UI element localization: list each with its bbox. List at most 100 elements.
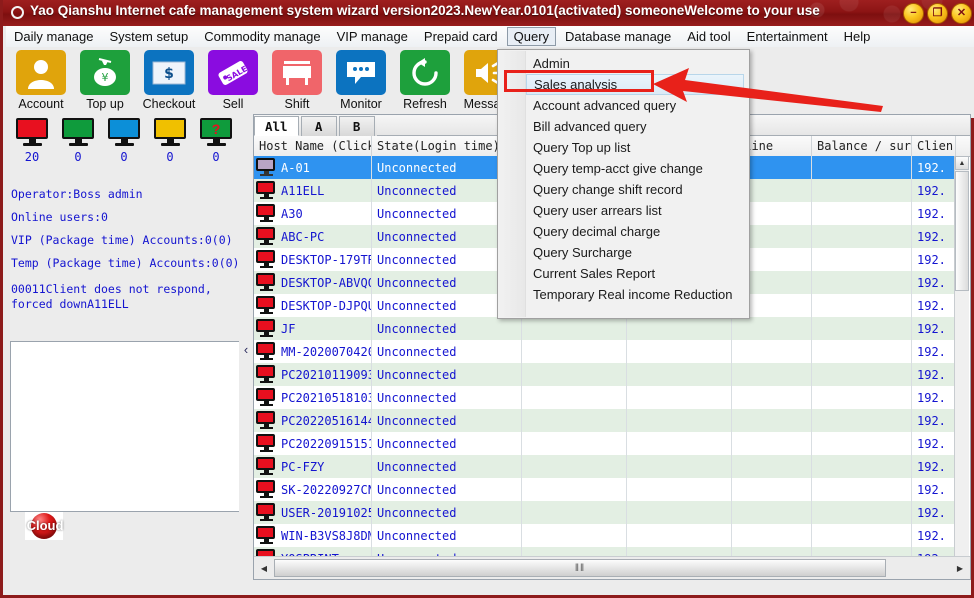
toolbar-button-monitor[interactable]: Monitor [332,47,390,111]
cell-client: 192. [912,340,956,363]
menu-item-entertainment[interactable]: Entertainment [740,27,835,46]
vip-accounts-label: VIP (Package time) Accounts:0(0) [11,233,233,247]
minimize-button[interactable]: − [903,3,924,24]
message-log-box[interactable] [10,341,240,512]
vertical-scrollbar[interactable]: ▲ [954,156,969,557]
maximize-button[interactable]: ❐ [927,3,948,24]
menu-item-vip-manage[interactable]: VIP manage [330,27,415,46]
scroll-left-button[interactable]: ◀ [256,560,272,577]
cell-balance [812,478,912,501]
menu-option-temporary-real-income-reduction[interactable]: Temporary Real income Reduction [526,284,748,305]
status-counter-idle[interactable]: 0 [101,118,147,174]
cell-host: PC202205161449 [254,409,372,432]
menu-option-sales-analysis[interactable]: Sales analysis [526,74,744,95]
monitor-icon-red [256,342,276,361]
host-name-label: USER-20191025VU [281,505,371,520]
horizontal-scrollbar[interactable]: ◀ ‖‖ ▶ [254,556,970,579]
cell-c3 [522,455,627,478]
dropdown-icon-gutter [499,51,526,317]
refresh-icon [400,50,450,95]
menu-item-aid-tool[interactable]: Aid tool [680,27,737,46]
monitor-icon-idle [108,118,140,148]
status-counter-offline[interactable]: 20 [9,118,55,174]
cell-client: 192. [912,294,956,317]
table-row[interactable]: PC202105181038Unconnected 192. [254,386,956,409]
toolbar-button-label: Refresh [403,97,447,111]
table-row[interactable]: PC-FZY Unconnected 192. [254,455,956,478]
cell-balance [812,271,912,294]
tab-a[interactable]: A [300,116,337,136]
cell-client: 192. [912,501,956,524]
money-bag-icon: ¥ [80,50,130,95]
cell-balance [812,248,912,271]
column-header-0[interactable]: Host Name (Click So [254,136,372,156]
column-header-5[interactable]: Balance / surp [812,136,912,156]
monitor-icon-red [256,480,276,499]
cell-client: 192. [912,455,956,478]
menu-option-query-user-arrears-list[interactable]: Query user arrears list [526,200,748,221]
cell-host: A30 [254,202,372,225]
table-row[interactable]: MM-202007042048Unconnected 192. [254,340,956,363]
table-row[interactable]: PC202205161449Unconnected 192. [254,409,956,432]
toolbar-button-top-up[interactable]: ¥ Top up [76,47,134,111]
menu-item-system-setup[interactable]: System setup [103,27,196,46]
menu-item-database-manage[interactable]: Database manage [558,27,678,46]
menu-option-account-advanced-query[interactable]: Account advanced query [526,95,748,116]
monitor-icon-red [256,526,276,545]
monitor-icon-online [62,118,94,148]
window-title: Yao Qianshu Internet cafe management sys… [30,3,820,18]
scroll-up-button[interactable]: ▲ [955,156,969,170]
table-row[interactable]: WIN-B3VS8J8DM83Unconnected 192. [254,524,956,547]
toolbar-button-checkout[interactable]: $ Checkout [140,47,198,111]
table-row[interactable]: USER-20191025VUUnconnected 192. [254,501,956,524]
monitor-icon-red [256,204,276,223]
tab-b[interactable]: B [338,116,375,136]
tab-all[interactable]: All [254,116,299,136]
status-counter-unknown[interactable]: ? 0 [193,118,239,174]
cell-client: 192. [912,179,956,202]
menu-option-query-top-up-list[interactable]: Query Top up list [526,137,748,158]
menu-option-query-surcharge[interactable]: Query Surcharge [526,242,748,263]
table-row[interactable]: PC202209151518Unconnected 192. [254,432,956,455]
menu-item-help[interactable]: Help [837,27,878,46]
toolbar-button-shift[interactable]: Shift [268,47,326,111]
close-button[interactable]: ✕ [951,3,972,24]
menu-option-bill-advanced-query[interactable]: Bill advanced query [526,116,748,137]
operator-label: Operator:Boss admin [11,187,143,201]
cloud-button[interactable]: Cloud [25,512,63,540]
menu-option-query-decimal-charge[interactable]: Query decimal charge [526,221,748,242]
cell-client: 192. [912,409,956,432]
toolbar-button-account[interactable]: Account [12,47,70,111]
toolbar-button-sell[interactable]: SALE Sell [204,47,262,111]
menu-item-query[interactable]: Query [506,27,557,46]
menu-option-current-sales-report[interactable]: Current Sales Report [526,263,748,284]
cell-c3 [522,524,627,547]
monitor-icon-red [256,388,276,407]
menu-item-commodity-manage[interactable]: Commodity manage [197,27,327,46]
toolbar-button-label: Monitor [340,97,382,111]
menu-option-query-temp-acct-give-change[interactable]: Query temp-acct give change [526,158,748,179]
dropdown-item-list: Admin Sales analysis Account advanced quer… [526,53,748,305]
menu-item-daily-manage[interactable]: Daily manage [7,27,101,46]
scroll-right-button[interactable]: ▶ [952,560,968,577]
host-name-label: PC202209151518 [281,436,371,451]
status-counter-strip: 20 0 0 0? 0 [9,118,245,174]
cell-host: A11ELL [254,179,372,202]
toolbar-button-refresh[interactable]: Refresh [396,47,454,111]
table-row[interactable]: JF Unconnected 192. [254,317,956,340]
horizontal-scroll-thumb[interactable]: ‖‖ [274,559,886,577]
column-header-6[interactable]: Clien [912,136,956,156]
host-name-label: PC-FZY [281,459,325,474]
host-name-label: ABC-PC [281,229,325,244]
status-counter-locked[interactable]: 0 [147,118,193,174]
svg-text:¥: ¥ [102,71,109,84]
table-row[interactable]: PC202101190933Unconnected 192. [254,363,956,386]
vertical-scroll-thumb[interactable] [955,171,969,291]
status-counter-online[interactable]: 0 [55,118,101,174]
monitor-icon-red [256,503,276,522]
menu-option-admin[interactable]: Admin [526,53,748,74]
table-row[interactable]: SK-20220927CNSJUnconnected 192. [254,478,956,501]
menu-item-prepaid-card[interactable]: Prepaid card [417,27,505,46]
panel-collapse-handle[interactable]: ‹ [239,118,253,580]
menu-option-query-change-shift-record[interactable]: Query change shift record [526,179,748,200]
